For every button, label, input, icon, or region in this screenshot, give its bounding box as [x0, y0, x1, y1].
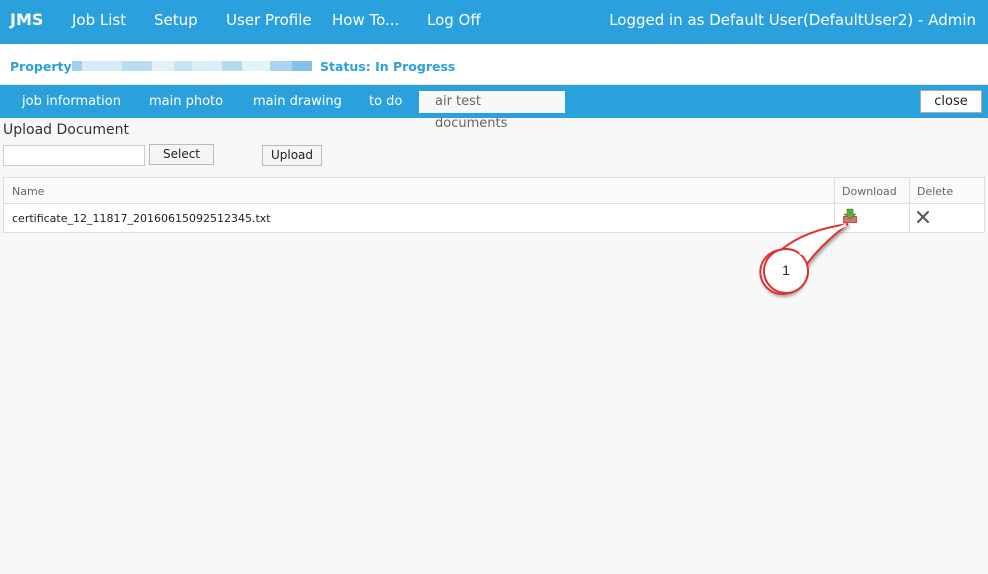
header-download: Download	[842, 185, 897, 198]
callout-number: 1	[782, 262, 790, 278]
tab-to-do[interactable]: to do	[369, 91, 402, 113]
download-icon[interactable]	[842, 208, 858, 224]
nav-job-list[interactable]: Job List	[72, 11, 126, 29]
file-name-cell: certificate_12_11817_20160615092512345.t…	[12, 212, 271, 225]
nav-how-to[interactable]: How To...	[332, 11, 399, 29]
select-button[interactable]: Select	[149, 144, 214, 165]
nav-log-off[interactable]: Log Off	[427, 11, 481, 29]
tab-main-photo[interactable]: main photo	[149, 91, 223, 113]
property-label: Property:	[10, 59, 77, 74]
nav-setup[interactable]: Setup	[154, 11, 198, 29]
property-value-redacted	[72, 61, 312, 71]
tab-job-information[interactable]: job information	[22, 91, 121, 113]
close-button[interactable]: close	[920, 90, 982, 113]
header-delete: Delete	[917, 185, 954, 198]
top-navbar: JMS Job List Setup User Profile How To..…	[0, 0, 988, 44]
file-path-input[interactable]	[3, 145, 145, 166]
nav-user-profile[interactable]: User Profile	[226, 11, 312, 29]
logged-in-user: Logged in as Default User(DefaultUser2) …	[609, 11, 976, 29]
header-name: Name	[12, 185, 45, 198]
property-bar: Property: Status: In Progress	[0, 44, 988, 85]
status-label: Status: In Progress	[320, 59, 456, 74]
brand-logo[interactable]: JMS	[10, 10, 43, 29]
tab-main-drawing[interactable]: main drawing	[253, 91, 342, 113]
documents-table: Name Download Delete certificate_12_1181…	[3, 177, 985, 233]
table-header: Name Download Delete	[4, 178, 984, 204]
table-row: certificate_12_11817_20160615092512345.t…	[4, 204, 984, 232]
upload-button[interactable]: Upload	[262, 145, 322, 166]
delete-icon[interactable]	[916, 209, 930, 223]
tab-bar: job information main photo main drawing …	[0, 85, 988, 131]
tab-air-test-documents[interactable]: air test documents	[419, 91, 565, 131]
upload-document-heading: Upload Document	[3, 122, 130, 138]
